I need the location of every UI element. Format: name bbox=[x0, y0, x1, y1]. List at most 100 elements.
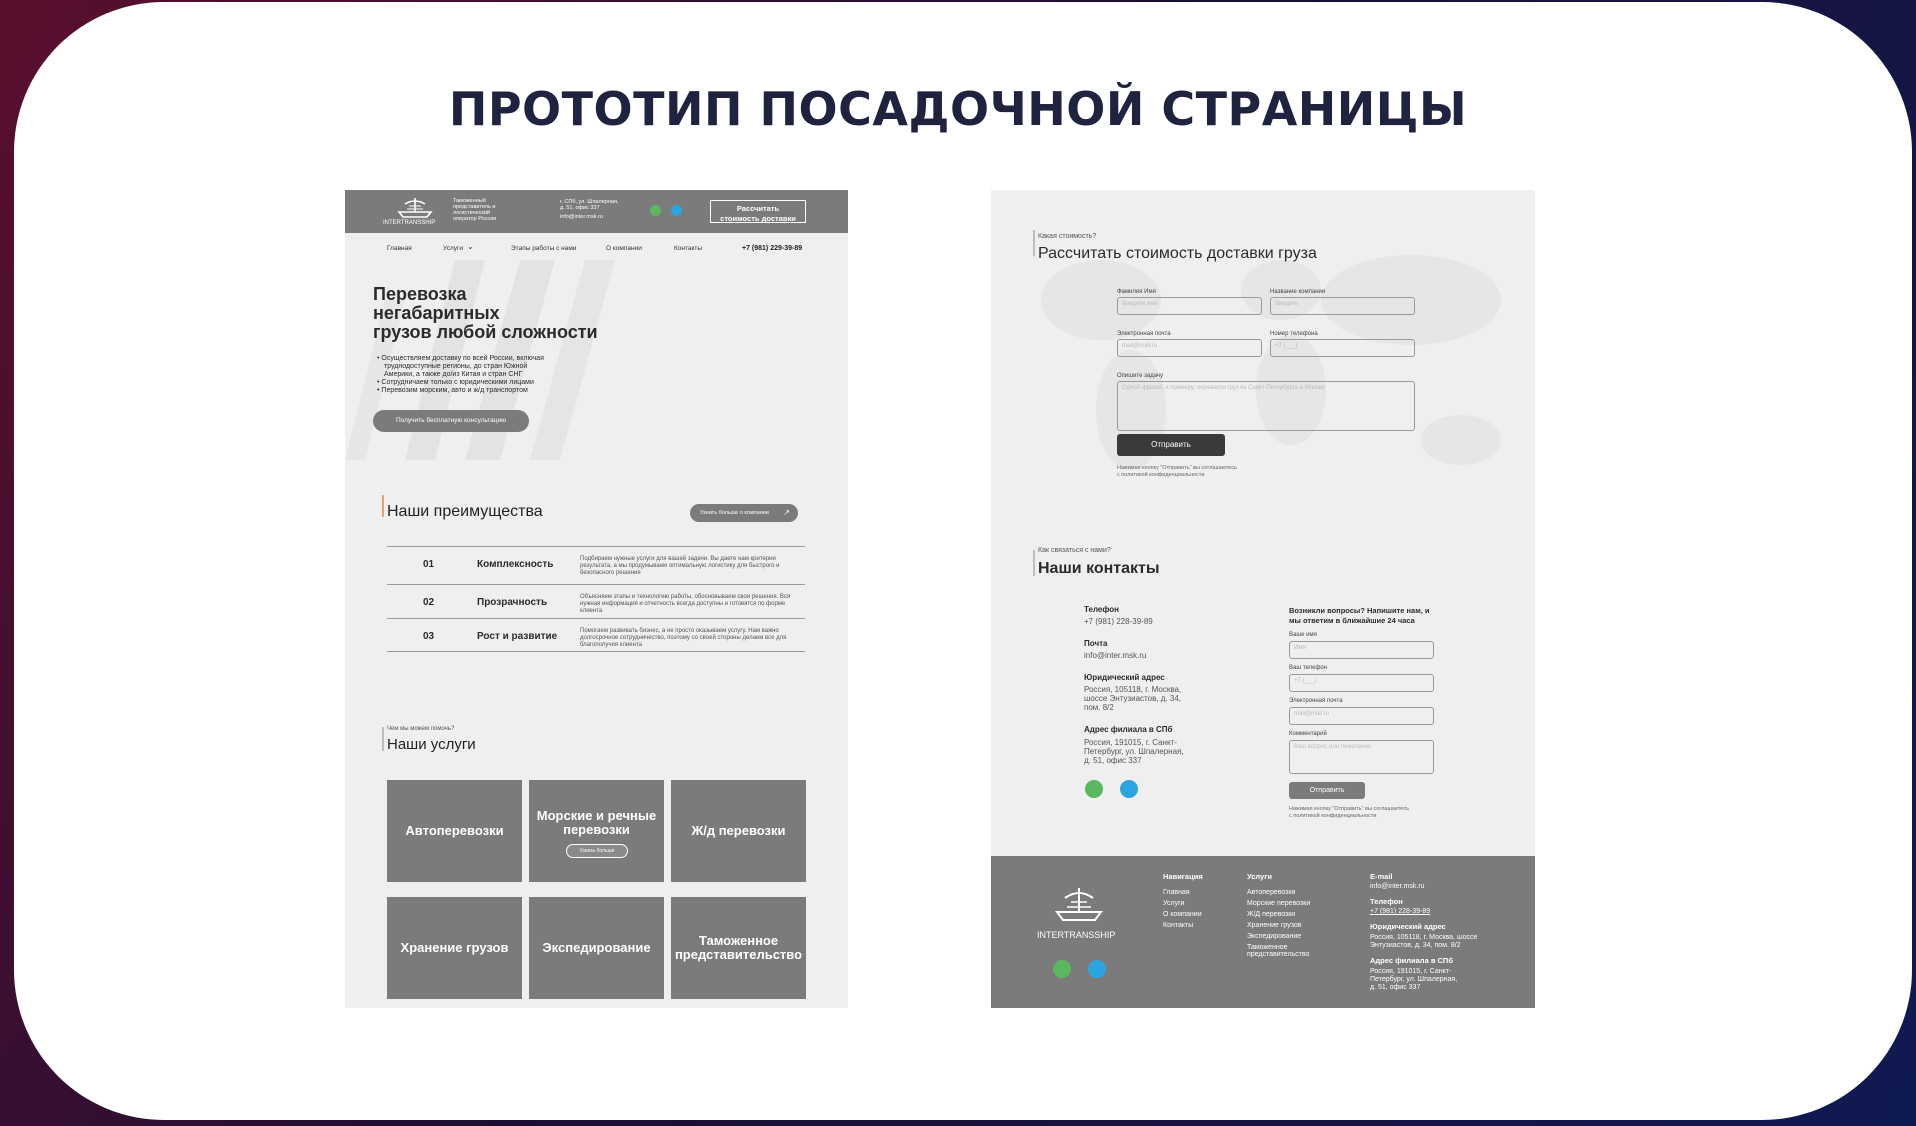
service-card-label: Морские и речные перевозки bbox=[536, 808, 657, 837]
footer-nav-item[interactable]: Услуги bbox=[1163, 900, 1185, 907]
service-card-label: Хранение грузов bbox=[400, 940, 509, 955]
chevron-down-icon[interactable]: ⌄ bbox=[467, 242, 474, 251]
calc-consent-2[interactable]: с политикой конфиденциальности bbox=[1117, 472, 1204, 478]
advantage-name: Рост и развитие bbox=[477, 631, 558, 642]
service-card-storage[interactable]: Хранение грузов bbox=[387, 897, 522, 999]
advantages-more-button[interactable]: Узнать больше о компании ↗ bbox=[690, 504, 798, 522]
telegram-icon[interactable] bbox=[1120, 780, 1138, 798]
contact-comment-textarea[interactable]: Ваш вопрос или пожелание bbox=[1289, 740, 1434, 774]
footer-email-label: E-mail bbox=[1370, 872, 1393, 881]
service-more-button[interactable]: Узнать больше bbox=[566, 844, 628, 858]
contacts-legal-1: Россия, 105118, г. Москва, bbox=[1084, 685, 1182, 694]
contact-email-input[interactable]: mail@mail.ru bbox=[1289, 707, 1434, 725]
site-footer: INTERTRANSSHIP Навигация Главная Услуги … bbox=[991, 856, 1535, 1008]
landing-mockup-top: INTERTRANSSHIP Таможенный представитель … bbox=[345, 190, 848, 1008]
contacts-phone-label: Телефон bbox=[1084, 605, 1119, 614]
contacts-mail[interactable]: info@inter.msk.ru bbox=[1084, 651, 1146, 660]
nav-item-about[interactable]: О компании bbox=[606, 245, 642, 252]
logo-text: INTERTRANSSHIP bbox=[383, 220, 436, 226]
calc-submit-button[interactable]: Отправить bbox=[1117, 434, 1225, 456]
nav-item-contacts[interactable]: Контакты bbox=[674, 245, 702, 252]
slide-card bbox=[14, 2, 1912, 1120]
hero-bullet-3-text: Перевозим морским, авто и ж/д транспорто… bbox=[381, 387, 528, 394]
logo[interactable]: INTERTRANSSHIP bbox=[383, 196, 445, 228]
footer-logo-ship-icon bbox=[1055, 888, 1103, 921]
advantage-num: 01 bbox=[423, 559, 435, 570]
header-email[interactable]: info@inter.msk.ru bbox=[560, 214, 603, 220]
header-calc-button[interactable]: Рассчитать стоимость доставки bbox=[710, 200, 806, 223]
calc-task-label: Опишите задачу bbox=[1117, 373, 1164, 379]
calc-accent bbox=[1033, 230, 1035, 256]
advantage-num: 02 bbox=[423, 597, 435, 608]
whatsapp-icon[interactable] bbox=[650, 205, 661, 216]
footer-phone[interactable]: +7 (981) 228-39-89 bbox=[1370, 908, 1430, 915]
nav-item-stages[interactable]: Этапы работы с нами bbox=[511, 245, 576, 252]
advantages-more-label: Узнать больше о компании bbox=[700, 510, 769, 516]
service-card-auto[interactable]: Автоперевозки bbox=[387, 780, 522, 882]
hero-consult-label: Получить бесплатную консультацию bbox=[395, 417, 507, 424]
footer-branch-1: Россия, 191015, г. Санкт- bbox=[1370, 968, 1452, 975]
whatsapp-icon[interactable] bbox=[1053, 960, 1071, 978]
footer-email[interactable]: info@inter.msk.ru bbox=[1370, 883, 1425, 890]
footer-nav-item[interactable]: Контакты bbox=[1163, 922, 1193, 929]
nav-phone[interactable]: +7 (981) 229-39-89 bbox=[742, 245, 802, 252]
contact-name-label: Ваше имя bbox=[1289, 632, 1317, 638]
contacts-mail-label: Почта bbox=[1084, 639, 1108, 648]
footer-svc-item[interactable]: Морские перевозки bbox=[1247, 900, 1310, 907]
contact-phone-label: Ваш телефон bbox=[1289, 665, 1328, 671]
advantages-title: Наши преимущества bbox=[387, 503, 543, 520]
service-card-expedition[interactable]: Экспедирование bbox=[529, 897, 664, 999]
whatsapp-icon[interactable] bbox=[1085, 780, 1103, 798]
service-card-rail[interactable]: Ж/д перевозки bbox=[671, 780, 806, 882]
advantages-accent bbox=[382, 495, 384, 517]
footer-svc-item[interactable]: Хранение грузов bbox=[1247, 922, 1301, 929]
contacts-phone[interactable]: +7 (981) 228-39-89 bbox=[1084, 617, 1153, 626]
hero-title-3: грузов любой сложности bbox=[373, 322, 598, 342]
footer-svc-item[interactable]: представительство bbox=[1247, 951, 1309, 958]
contacts-legal-2: шоссе Энтузиастов, д. 34, bbox=[1084, 694, 1181, 703]
header-calc-label-1: Рассчитать bbox=[736, 204, 780, 213]
hero-bullet-1-text: Осуществляем доставку по всей России, вк… bbox=[381, 355, 544, 362]
contacts-legal-3: пом. 8/2 bbox=[1084, 703, 1114, 712]
hero-bullet-1b: труднодоступные регионы, до стран Южной bbox=[384, 363, 528, 370]
service-card-sea[interactable]: Морские и речные перевозки Узнать больше bbox=[529, 780, 664, 882]
contact-submit-label: Отправить bbox=[1309, 787, 1345, 794]
footer-svc-item[interactable]: Автоперевозки bbox=[1247, 889, 1295, 896]
hero-title-2: негабаритных bbox=[373, 303, 500, 323]
footer-svc-item[interactable]: Экспедирование bbox=[1247, 933, 1301, 940]
arrow-up-right-icon: ↗ bbox=[783, 508, 790, 517]
contacts-legal-label: Юридический адрес bbox=[1084, 673, 1165, 682]
telegram-icon[interactable] bbox=[1088, 960, 1106, 978]
advantage-row: 01 Комплексность Подбираем нужные услуги… bbox=[387, 546, 805, 584]
footer-nav-item[interactable]: Главная bbox=[1163, 889, 1190, 896]
advantage-row: 03 Рост и развитие Помогаем развивать би… bbox=[387, 618, 805, 652]
footer-legal-1: Россия, 105118, г. Москва, шоссе bbox=[1370, 934, 1478, 941]
contact-submit-button[interactable]: Отправить bbox=[1289, 782, 1365, 799]
calc-email-input[interactable]: mail@mail.ru bbox=[1117, 339, 1262, 357]
contacts-eyebrow: Как связаться с нами? bbox=[1038, 547, 1111, 554]
telegram-icon[interactable] bbox=[671, 205, 682, 216]
contact-comment-label: Комментарий bbox=[1289, 731, 1327, 737]
calc-email-label: Электронная почта bbox=[1117, 331, 1171, 337]
advantage-desc: Помогаем развивать бизнес, а не просто о… bbox=[580, 628, 787, 648]
calc-company-input[interactable]: Введите bbox=[1270, 297, 1415, 315]
nav-item-home[interactable]: Главная bbox=[387, 245, 412, 252]
nav-item-services[interactable]: Услуги bbox=[443, 245, 463, 252]
footer-nav-item[interactable]: О компании bbox=[1163, 911, 1202, 918]
calc-name-input[interactable]: Введите имя bbox=[1117, 297, 1262, 315]
footer-svc-item[interactable]: Ж/Д перевозки bbox=[1247, 911, 1295, 918]
service-card-customs[interactable]: Таможенное представительство bbox=[671, 897, 806, 999]
hero-consult-button[interactable]: Получить бесплатную консультацию bbox=[373, 410, 529, 432]
calc-task-textarea[interactable]: Одной фразой, к примеру: перевезти груз … bbox=[1117, 381, 1415, 431]
calc-name-label: Фамилия Имя bbox=[1117, 289, 1156, 295]
hero-title-1: Перевозка bbox=[373, 284, 467, 304]
calc-phone-input[interactable]: +7 (___) bbox=[1270, 339, 1415, 357]
contact-phone-input[interactable]: +7 (___) bbox=[1289, 674, 1434, 692]
advantage-desc: Объясняем этапы и технологию работы, обо… bbox=[580, 594, 791, 614]
hero-bullet-3: • Перевозим морским, авто и ж/д транспор… bbox=[377, 387, 528, 394]
contact-name-input[interactable]: Имя bbox=[1289, 641, 1434, 659]
footer-svc-item[interactable]: Таможенное bbox=[1247, 944, 1288, 951]
contact-consent-2[interactable]: с политикой конфиденциальности bbox=[1289, 813, 1376, 819]
calc-company-label: Название компании bbox=[1270, 289, 1326, 295]
contacts-branch-label: Адрес филиала в СПб bbox=[1084, 725, 1173, 734]
